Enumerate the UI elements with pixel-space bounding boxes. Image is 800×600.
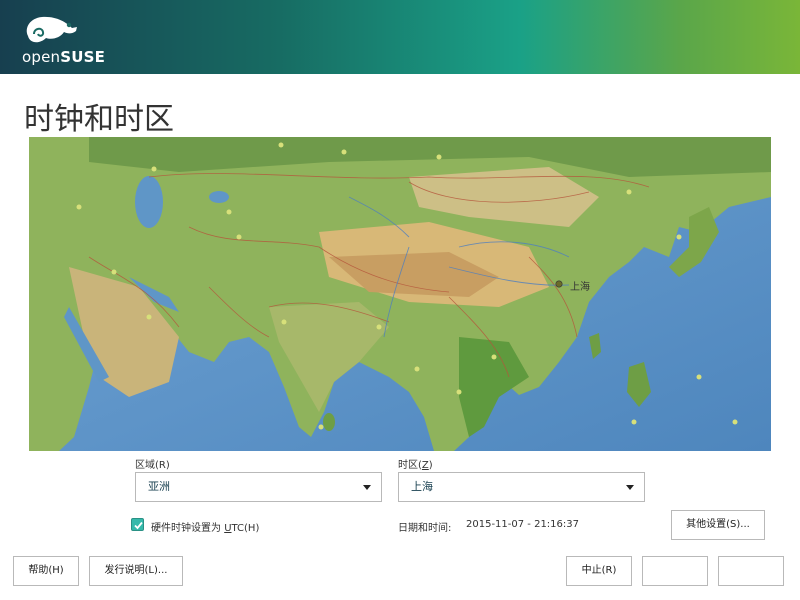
region-select[interactable]: 亚洲 bbox=[135, 472, 382, 502]
region-value: 亚洲 bbox=[148, 480, 170, 493]
timezone-label: 时区(Z) bbox=[398, 460, 433, 471]
page-title: 时钟和时区 bbox=[24, 102, 174, 137]
abort-button[interactable]: 中止(R) bbox=[566, 556, 632, 586]
opensuse-logo: openSUSE bbox=[22, 14, 112, 66]
timezone-value: 上海 bbox=[411, 480, 433, 493]
logo-text: openSUSE bbox=[22, 48, 106, 66]
chameleon-icon bbox=[26, 16, 77, 43]
header-banner: openSUSE bbox=[0, 0, 800, 74]
chevron-down-icon bbox=[626, 485, 634, 490]
timezone-map[interactable]: 上海 bbox=[29, 137, 771, 451]
map-city-label: 上海 bbox=[570, 282, 590, 293]
datetime-label: 日期和时间: bbox=[398, 523, 452, 534]
checkmark-icon bbox=[134, 521, 143, 530]
next-button[interactable] bbox=[718, 556, 784, 586]
datetime-value: 2015-11-07 - 21:16:37 bbox=[466, 519, 579, 530]
selected-city-marker bbox=[555, 280, 563, 288]
other-settings-button[interactable]: 其他设置(S)... bbox=[671, 510, 765, 540]
help-button[interactable]: 帮助(H) bbox=[13, 556, 79, 586]
utc-checkbox[interactable] bbox=[131, 518, 144, 531]
chevron-down-icon bbox=[363, 485, 371, 490]
region-label: 区域(R) bbox=[135, 460, 170, 471]
release-notes-button[interactable]: 发行说明(L)... bbox=[89, 556, 183, 586]
utc-checkbox-label[interactable]: 硬件时钟设置为 UTC(H) bbox=[151, 519, 259, 534]
timezone-select[interactable]: 上海 bbox=[398, 472, 645, 502]
map-graphic bbox=[29, 137, 771, 451]
back-button[interactable] bbox=[642, 556, 708, 586]
